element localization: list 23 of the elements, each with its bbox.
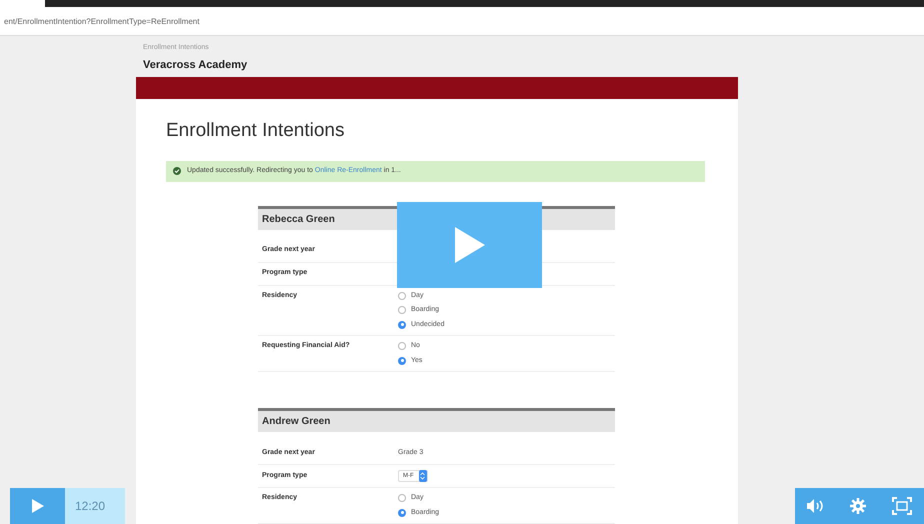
- radio-selected[interactable]: [398, 356, 406, 365]
- play-button[interactable]: [10, 488, 65, 524]
- radio-button[interactable]: [398, 342, 406, 350]
- student-name: Rebecca Green: [262, 212, 335, 226]
- check-icon: [173, 167, 181, 175]
- radio-selected[interactable]: [398, 508, 406, 517]
- page-title: Enrollment Intentions: [166, 119, 346, 143]
- school-name: Veracross Academy: [142, 58, 248, 72]
- radio-button[interactable]: [398, 494, 406, 502]
- updown-arrows-icon: [418, 470, 427, 482]
- play-icon: [32, 499, 44, 513]
- address-bar[interactable]: ent/EnrollmentIntention?EnrollmentType=ReEnrollment: [0, 8, 924, 36]
- play-icon: [454, 227, 484, 263]
- volume-icon[interactable]: [807, 499, 826, 513]
- student-name: Andrew Green: [262, 415, 330, 429]
- fullscreen-icon[interactable]: [892, 497, 912, 515]
- radio-button[interactable]: [398, 292, 406, 300]
- radio-selected[interactable]: [398, 320, 406, 329]
- settings-icon[interactable]: [849, 497, 868, 515]
- radio-button[interactable]: [398, 306, 406, 314]
- play-button[interactable]: [397, 202, 542, 288]
- url-text: ent/EnrollmentIntention?EnrollmentType=ReEnrollment: [4, 16, 200, 28]
- time-display: 12:20: [65, 488, 125, 524]
